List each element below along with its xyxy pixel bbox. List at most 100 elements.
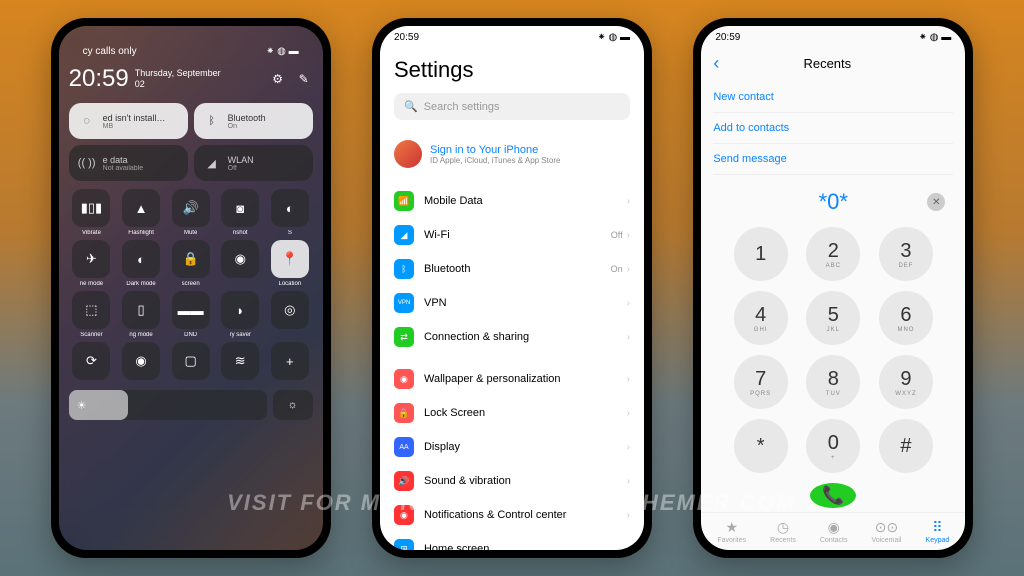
row-display[interactable]: AADisplay› xyxy=(394,430,630,464)
gear-icon[interactable]: ⚙ xyxy=(269,70,287,88)
battery-icon: ◗ xyxy=(221,291,259,329)
qc-mute[interactable]: 🔊Mute xyxy=(168,189,214,236)
signal-icon: 📶 xyxy=(394,191,414,211)
row-wallpaper[interactable]: ◉Wallpaper & personalization› xyxy=(394,362,630,396)
search-icon: 🔍 xyxy=(404,100,418,113)
key-5[interactable]: 5JKL xyxy=(806,291,860,345)
qc-screen[interactable]: 🔒screen xyxy=(168,240,214,287)
phone-control-center: cy calls only ⁕ ◍ ▬ 20:59 Thursday, Sept… xyxy=(51,18,331,558)
search-input[interactable]: 🔍Search settings xyxy=(394,93,630,120)
signin-row[interactable]: Sign in to Your iPhoneID Apple, iCloud, … xyxy=(394,132,630,176)
sound-icon: 🔊 xyxy=(394,471,414,491)
qc-reading[interactable]: ▯ng mode xyxy=(118,291,164,338)
qc-plus[interactable]: + xyxy=(267,342,313,380)
qc-vibrate[interactable]: ▮▯▮Vibrate xyxy=(69,189,115,236)
page-title: Settings xyxy=(394,57,630,83)
qc-timer[interactable]: ⟳ xyxy=(69,342,115,380)
row-vpn[interactable]: VPNVPN› xyxy=(394,286,630,320)
volume-slider[interactable]: ☼ xyxy=(273,390,313,420)
tile-wlan[interactable]: ◢WLANOff xyxy=(194,145,313,181)
header: ‹ Recents xyxy=(701,45,965,82)
bottom-tabs: ★Favorites ◷Recents ◉Contacts ⊙⊙Voicemai… xyxy=(701,512,965,550)
tile-data[interactable]: ◌ed isn't install…MB xyxy=(69,103,188,139)
row-homescreen[interactable]: ⊞Home screen› xyxy=(394,532,630,550)
opt-add-contacts[interactable]: Add to contacts xyxy=(713,113,953,144)
key-0[interactable]: 0+ xyxy=(806,419,860,473)
vpn-icon: VPN xyxy=(394,293,414,313)
timer-icon: ⟳ xyxy=(72,342,110,380)
wallpaper-icon: ◉ xyxy=(394,369,414,389)
tab-favorites[interactable]: ★Favorites xyxy=(717,519,746,544)
avatar xyxy=(394,140,422,168)
key-3[interactable]: 3DEF xyxy=(879,227,933,281)
key-star[interactable]: * xyxy=(734,419,788,473)
qc-cast[interactable]: ▢ xyxy=(168,342,214,380)
key-8[interactable]: 8TUV xyxy=(806,355,860,409)
key-2[interactable]: 2ABC xyxy=(806,227,860,281)
status-bar: 20:59⁕ ◍ ▬ xyxy=(380,26,644,45)
qc-nearby[interactable]: ≋ xyxy=(217,342,263,380)
qc-dnd[interactable]: ▬▬DND xyxy=(168,291,214,338)
phone-icon: 📞 xyxy=(822,485,844,506)
drop-icon: ◌ xyxy=(77,111,97,131)
qc-flashlight[interactable]: ▲Flashlight xyxy=(118,189,164,236)
clock-row: 20:59 Thursday, September02 ⚙ ✎ xyxy=(69,65,313,93)
qc-blank2[interactable]: ◎ xyxy=(267,291,313,338)
display-icon: AA xyxy=(394,437,414,457)
date: Thursday, September02 xyxy=(135,68,221,90)
qc-location[interactable]: 📍Location xyxy=(267,240,313,287)
qc-hotspot[interactable]: ◉ xyxy=(118,342,164,380)
tab-keypad[interactable]: ⠿Keypad xyxy=(926,519,950,544)
bell-icon: ◉ xyxy=(394,505,414,525)
row-connection[interactable]: ⇄Connection & sharing› xyxy=(394,320,630,354)
phone-dialer: 20:59⁕ ◍ ▬ ‹ Recents New contact Add to … xyxy=(693,18,973,558)
backspace-icon[interactable]: ✕ xyxy=(927,193,945,211)
signal-icon: (( )) xyxy=(77,153,97,173)
row-bluetooth[interactable]: ᛒBluetoothOn› xyxy=(394,252,630,286)
key-hash[interactable]: # xyxy=(879,419,933,473)
row-lockscreen[interactable]: 🔒Lock Screen› xyxy=(394,396,630,430)
tab-contacts[interactable]: ◉Contacts xyxy=(820,519,848,544)
voicemail-icon: ⊙⊙ xyxy=(875,519,898,536)
key-7[interactable]: 7PQRS xyxy=(734,355,788,409)
share-icon: ⇄ xyxy=(394,327,414,347)
tile-mobile-data[interactable]: (( ))e dataNot available xyxy=(69,145,188,181)
row-mobile-data[interactable]: 📶Mobile Data› xyxy=(394,184,630,218)
tab-recents[interactable]: ◷Recents xyxy=(770,519,796,544)
clock-icon: ◷ xyxy=(777,519,789,536)
brightness-slider[interactable]: ☀ xyxy=(69,390,267,420)
opt-new-contact[interactable]: New contact xyxy=(713,82,953,113)
hotspot-icon: ◉ xyxy=(122,342,160,380)
key-4[interactable]: 4GHI xyxy=(734,291,788,345)
row-notifications[interactable]: ◉Notifications & Control center› xyxy=(394,498,630,532)
qc-s[interactable]: ◐S xyxy=(267,189,313,236)
row-wifi[interactable]: ◢Wi-FiOff› xyxy=(394,218,630,252)
star-icon: ★ xyxy=(725,519,738,536)
vibrate-icon: ▮▯▮ xyxy=(72,189,110,227)
mute-icon: 🔊 xyxy=(172,189,210,227)
dialed-number: *0* ✕ xyxy=(701,189,965,215)
airplane-icon: ✈ xyxy=(72,240,110,278)
scanner-icon: ⬚ xyxy=(72,291,110,329)
opt-send-message[interactable]: Send message xyxy=(713,144,953,175)
row-sound[interactable]: 🔊Sound & vibration› xyxy=(394,464,630,498)
qc-airplane[interactable]: ✈ne mode xyxy=(69,240,115,287)
qc-darkmode[interactable]: ◐Dark mode xyxy=(118,240,164,287)
qc-screenshot[interactable]: ◙nshot xyxy=(217,189,263,236)
tab-voicemail[interactable]: ⊙⊙Voicemail xyxy=(872,519,902,544)
book-icon: ▯ xyxy=(122,291,160,329)
edit-icon[interactable]: ✎ xyxy=(295,70,313,88)
key-1[interactable]: 1 xyxy=(734,227,788,281)
tile-bluetooth[interactable]: ᛒBluetoothOn xyxy=(194,103,313,139)
bluetooth-icon: ᛒ xyxy=(202,111,222,131)
key-6[interactable]: 6MNO xyxy=(879,291,933,345)
key-9[interactable]: 9WXYZ xyxy=(879,355,933,409)
brightness-icon: ☀ xyxy=(77,399,87,412)
qc-blank1[interactable]: ◉ xyxy=(217,240,263,287)
call-button[interactable]: 📞 xyxy=(810,483,856,508)
layers-icon: ≋ xyxy=(221,342,259,380)
bluetooth-icon: ᛒ xyxy=(394,259,414,279)
flashlight-icon: ▲ xyxy=(122,189,160,227)
qc-scanner[interactable]: ⬚Scanner xyxy=(69,291,115,338)
qc-saver[interactable]: ◗ry saver xyxy=(217,291,263,338)
